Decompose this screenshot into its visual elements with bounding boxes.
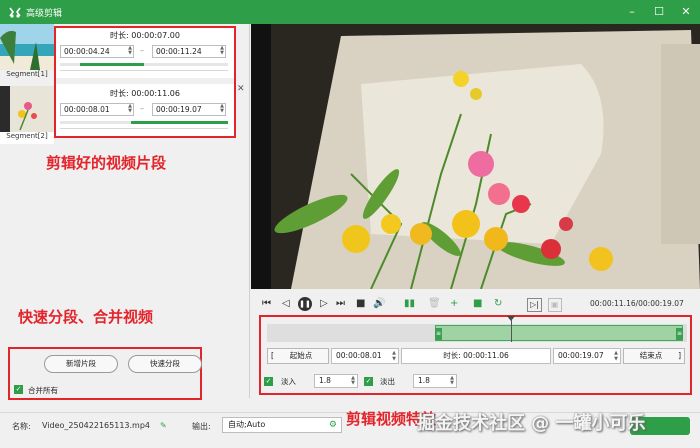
fade-in-label: 淡入 [281,377,296,386]
window-title: 高级剪辑 [26,9,63,19]
skip-start-icon[interactable]: ⏮ [262,298,271,310]
skip-end-icon[interactable]: ⏭ [336,298,345,310]
volume-icon[interactable]: 🔊 [373,298,385,310]
playback-time: 00:00:11.16/00:00:19.07 [590,299,684,308]
output-label: 输出: [192,422,211,431]
range-duration: 时长: 00:00:11.06 [401,348,551,364]
segment-thumbnail[interactable]: Segment[2] [0,86,54,144]
output-format-field[interactable]: 自动;Auto ⚙ [222,417,342,433]
app-logo-icon [9,7,21,18]
timeline-track[interactable]: ≡ ≡ [267,316,687,342]
new-segment-button[interactable]: 新增片段 [44,355,118,373]
mark-in-icon[interactable]: ▷| [527,298,542,312]
prev-frame-icon[interactable]: ◁ [282,298,290,310]
gear-icon[interactable]: ⚙ [329,418,337,432]
flower-thumbnail-image [0,86,54,132]
maximize-icon[interactable]: ☐ [651,4,667,20]
annotation-split-merge: 快速分段、合并视频 [18,308,154,326]
highlight-box [54,26,236,138]
set-end-button[interactable]: 结束点] [623,348,685,364]
fade-in-field[interactable]: 1.8 ▲ ▼ [314,374,358,388]
copy-icon[interactable]: ■ [473,298,482,310]
reset-icon[interactable]: ↻ [494,298,502,310]
range-bar: [起始点 00:00:08.01 ▲ ▼ 时长: 00:00:11.06 00:00… [267,348,687,364]
output-file-name: Video_250422165113.mp4 [42,421,150,430]
annotation-clips: 剪辑好的视频片段 [46,154,167,172]
stop-icon[interactable]: ■ [356,298,365,310]
video-preview[interactable] [251,24,700,289]
fade-out-label: 淡出 [380,377,395,386]
watermark: 掘金技术社区 @ 一罐小可乐 [417,413,646,434]
minimize-icon[interactable]: – [624,4,640,20]
selection-end-handle[interactable]: ≡ [676,328,683,340]
range-end-field[interactable]: 00:00:19.07 ▲ ▼ [553,348,621,364]
split-icon[interactable]: ▮▮ [404,298,415,310]
title-bar: 高级剪辑 – ☐ ✕ [0,0,700,24]
segment-thumbnail[interactable]: Segment[1] [0,24,54,82]
merge-all-label: 合并所有 [28,386,58,395]
range-start-field[interactable]: 00:00:08.01 ▲ ▼ [331,348,399,364]
remove-segment-icon[interactable]: ✕ [237,84,245,94]
fade-out-checkbox[interactable]: ✓ [364,377,373,386]
fade-in-checkbox[interactable]: ✓ [264,377,273,386]
close-icon[interactable]: ✕ [678,4,694,20]
mark-out-icon[interactable]: ▣ [548,298,562,312]
next-frame-icon[interactable]: ▷ [320,298,328,310]
merge-all-checkbox[interactable]: ✓ [14,385,23,394]
selection-start-handle[interactable]: ≡ [435,328,442,340]
delete-icon[interactable]: 🗑 [428,298,441,310]
segment-label: Segment[2] [6,132,48,140]
quick-split-button[interactable]: 快速分段 [128,355,202,373]
set-start-button[interactable]: [起始点 [267,348,329,364]
fade-out-field[interactable]: 1.8 ▲ ▼ [413,374,457,388]
segment-label: Segment[1] [6,70,48,78]
playhead[interactable] [510,318,512,342]
add-icon[interactable]: + [450,298,458,310]
timeline-selection[interactable]: ≡ ≡ [435,325,683,341]
pause-icon[interactable]: ❚❚ [298,297,312,311]
edit-name-icon[interactable]: ✎ [160,421,167,430]
beach-thumbnail-image [0,24,54,70]
video-frame-image [251,24,700,289]
name-label: 名称: [12,422,31,431]
